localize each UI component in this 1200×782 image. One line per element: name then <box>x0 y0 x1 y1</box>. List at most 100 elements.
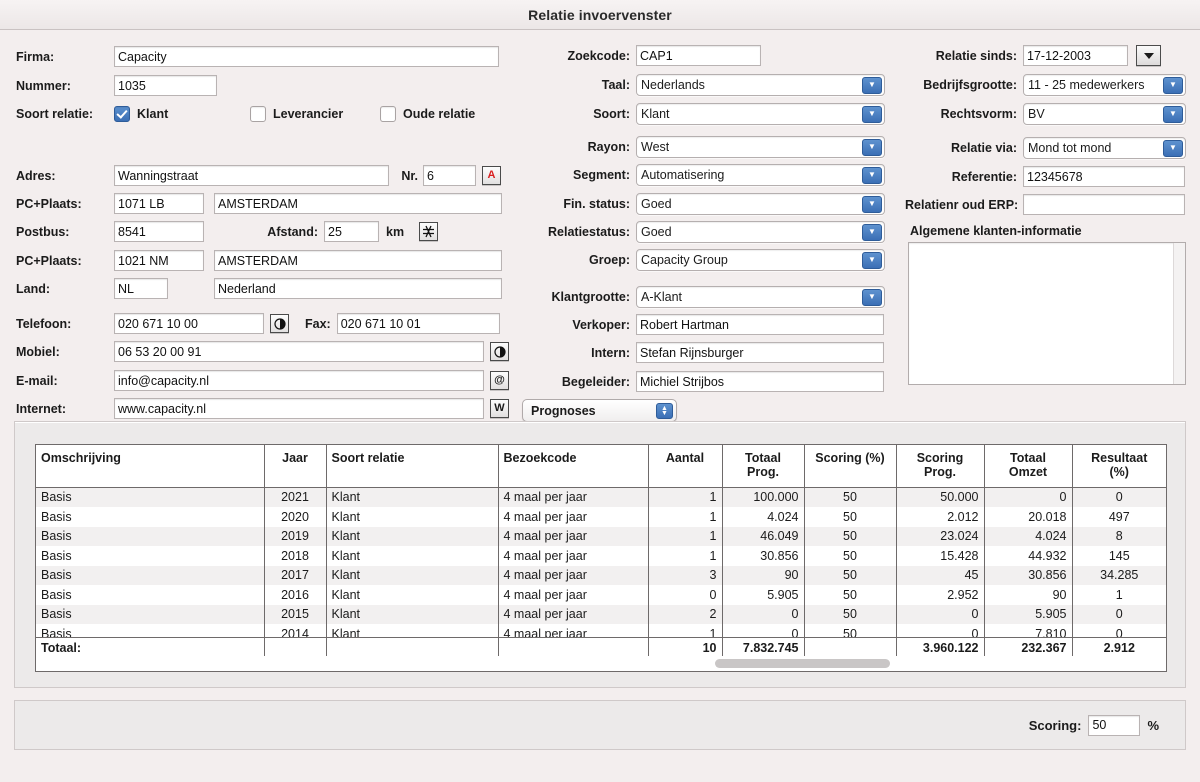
scoring-input[interactable] <box>1088 714 1141 736</box>
table-row[interactable]: Basis 2018 Klant 4 maal per jaar 1 30.856 50 15… <box>36 546 1166 566</box>
table-row[interactable]: Basis 2016 Klant 4 maal per jaar 0 5.905 50 2.9… <box>36 585 1166 605</box>
col-bezoekcode[interactable]: Bezoekcode <box>498 445 649 488</box>
chevron-down-icon[interactable]: ▼ <box>1163 139 1183 157</box>
checkbox-klant[interactable]: Klant <box>114 105 250 122</box>
relatie-via-combobox[interactable]: Mond tot mond ▼ <box>1023 136 1186 159</box>
distance-icon[interactable] <box>419 222 439 241</box>
land-name-input[interactable] <box>214 278 502 299</box>
postbus-input[interactable] <box>114 221 204 242</box>
at-icon[interactable]: @ <box>490 371 509 390</box>
field-soort-relatie: Soort relatie: Klant Leverancier Oude re… <box>16 103 496 124</box>
field-postbus: Postbus: Afstand: km <box>16 221 439 242</box>
chevron-down-icon[interactable]: ▼ <box>1163 105 1183 123</box>
col-totaal-prog[interactable]: Totaal Prog. <box>722 445 805 488</box>
algemene-klanten-informatie-memo[interactable] <box>908 242 1186 385</box>
zoekcode-input[interactable] <box>636 45 761 66</box>
chevron-down-icon[interactable]: ▼ <box>862 76 882 94</box>
window-title: Relatie invoervenster <box>528 6 672 23</box>
intern-input[interactable] <box>636 342 884 363</box>
pc-plaats-1-plaats-input[interactable] <box>214 193 502 214</box>
afstand-input[interactable] <box>324 221 379 242</box>
mobiel-input[interactable] <box>114 341 484 362</box>
table-row[interactable]: Basis 2021 Klant 4 maal per jaar 1 100.000 50 5… <box>36 487 1166 507</box>
prognoses-panel: Omschrijving Jaar Soort relatie Bezoekco… <box>14 421 1186 688</box>
cell-scoring-pct: 50 <box>804 585 897 605</box>
col-scoring-prog[interactable]: Scoring Prog. <box>896 445 985 488</box>
taal-combobox[interactable]: Nederlands ▼ <box>636 73 885 96</box>
telefoon-input[interactable] <box>114 313 264 334</box>
bedrijfsgrootte-value: 11 - 25 medewerkers <box>1028 77 1145 92</box>
horizontal-scrollbar[interactable] <box>37 656 1165 670</box>
pc-plaats-2-pc-input[interactable] <box>114 250 204 271</box>
table-row[interactable]: Basis 2017 Klant 4 maal per jaar 3 90 50 45 30.8… <box>36 565 1166 585</box>
col-totaal-omzet[interactable]: Totaal Omzet <box>984 445 1073 488</box>
klantgrootte-combobox[interactable]: A-Klant ▼ <box>636 285 885 308</box>
checkbox-leverancier[interactable]: Leverancier <box>250 105 380 122</box>
field-nummer: Nummer: <box>16 75 217 96</box>
chevron-down-icon[interactable]: ▼ <box>862 223 882 241</box>
chevron-down-icon[interactable]: ▼ <box>862 105 882 123</box>
bedrijfsgrootte-label: Bedrijfsgrootte: <box>923 77 1017 92</box>
chevron-down-icon[interactable]: ▼ <box>1163 76 1183 94</box>
checkbox-klant-box[interactable] <box>114 105 130 122</box>
col-aantal[interactable]: Aantal <box>648 445 723 488</box>
pc-plaats-2-plaats-input[interactable] <box>214 250 502 271</box>
checkbox-oude-relatie-box[interactable] <box>380 105 396 122</box>
chevron-down-icon[interactable]: ▼ <box>862 166 882 184</box>
adres-label: Adres: <box>16 168 56 183</box>
pc-plaats-1-pc-input[interactable] <box>114 193 204 214</box>
horizontal-scrollbar-thumb[interactable] <box>715 659 890 668</box>
adres-nr-input[interactable] <box>423 165 476 186</box>
chevron-down-icon[interactable]: ▼ <box>862 138 882 156</box>
soort-combobox[interactable]: Klant ▼ <box>636 102 885 125</box>
relatienr-oud-erp-input[interactable] <box>1023 194 1185 215</box>
col-scoring-pct[interactable]: Scoring (%) <box>804 445 897 488</box>
chevron-updown-icon[interactable]: ▲ ▼ <box>656 403 673 419</box>
phone-icon-telefoon[interactable] <box>270 314 289 333</box>
segment-combobox[interactable]: Automatisering ▼ <box>636 163 885 186</box>
web-icon[interactable]: W <box>490 399 509 418</box>
nummer-input[interactable] <box>114 75 217 96</box>
memo-scrollbar[interactable] <box>1173 243 1185 384</box>
segment-value: Automatisering <box>641 167 725 182</box>
firma-input[interactable] <box>114 46 499 67</box>
rayon-combobox[interactable]: West ▼ <box>636 135 885 158</box>
col-jaar[interactable]: Jaar <box>264 445 327 488</box>
table-row[interactable]: Basis 2020 Klant 4 maal per jaar 1 4.024 50 2.0… <box>36 507 1166 527</box>
relatie-sinds-input[interactable] <box>1023 45 1128 66</box>
chevron-down-icon[interactable]: ▼ <box>862 288 882 306</box>
referentie-input[interactable] <box>1023 166 1185 187</box>
pc-plaats-1-label: PC+Plaats: <box>16 196 82 211</box>
phone-icon-mobiel[interactable] <box>490 342 509 361</box>
footer-scoring-pct <box>804 637 897 657</box>
land-code-input[interactable] <box>114 278 168 299</box>
table-row[interactable]: Basis 2015 Klant 4 maal per jaar 2 0 50 0 5.905 0 <box>36 604 1166 624</box>
fin-status-combobox[interactable]: Goed ▼ <box>636 192 885 215</box>
relatiestatus-combobox[interactable]: Goed ▼ <box>636 220 885 243</box>
cell-omschrijving: Basis <box>36 546 265 566</box>
verkoper-input[interactable] <box>636 314 884 335</box>
col-resultaat-pct[interactable]: Resultaat (%) <box>1072 445 1166 488</box>
fax-input[interactable] <box>336 313 500 334</box>
internet-input[interactable] <box>114 398 484 419</box>
chevron-down-icon[interactable]: ▼ <box>862 195 882 213</box>
zoekcode-label: Zoekcode: <box>567 48 630 63</box>
checkbox-oude-relatie[interactable]: Oude relatie <box>380 105 475 122</box>
date-picker-button[interactable] <box>1136 45 1161 66</box>
letter-a-icon[interactable]: A <box>482 166 501 185</box>
adres-input[interactable] <box>114 165 389 186</box>
bedrijfsgrootte-combobox[interactable]: 11 - 25 medewerkers ▼ <box>1023 73 1186 96</box>
col-soort-relatie[interactable]: Soort relatie <box>326 445 499 488</box>
checkbox-leverancier-box[interactable] <box>250 105 266 122</box>
rechtsvorm-combobox[interactable]: BV ▼ <box>1023 102 1186 125</box>
email-input[interactable] <box>114 370 484 391</box>
relatie-invoervenster-window: Relatie invoervenster Firma: Nummer: Soo… <box>0 0 1200 782</box>
chevron-down-icon[interactable]: ▼ <box>862 251 882 269</box>
begeleider-input[interactable] <box>636 371 884 392</box>
cell-soort-relatie: Klant <box>326 604 499 624</box>
col-omschrijving[interactable]: Omschrijving <box>36 445 265 488</box>
prognoses-selector[interactable]: Prognoses ▲ ▼ <box>522 399 677 422</box>
table-row[interactable]: Basis 2019 Klant 4 maal per jaar 1 46.049 50 23… <box>36 526 1166 546</box>
cell-totaal-prog: 30.856 <box>722 546 805 566</box>
groep-combobox[interactable]: Capacity Group ▼ <box>636 248 885 271</box>
